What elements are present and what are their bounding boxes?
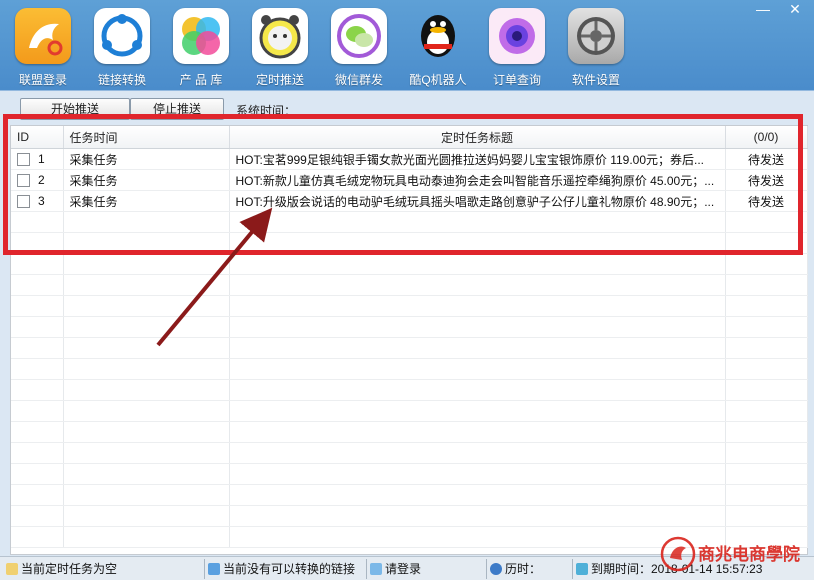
- kangaroo-logo-icon: [15, 8, 71, 64]
- toolbar-label: 软件设置: [571, 73, 620, 87]
- home-icon: [370, 563, 382, 575]
- status-login-segment[interactable]: 请登录: [370, 559, 487, 579]
- watermark-text: 商兆电商學院: [698, 544, 800, 565]
- row-time: 采集任务: [63, 148, 230, 170]
- row-checkbox[interactable]: [17, 174, 30, 188]
- row-status: 待发送: [725, 190, 808, 212]
- toolbar-order-query-button[interactable]: 订单查询: [486, 8, 548, 90]
- wechat-icon: [331, 8, 387, 64]
- close-icon[interactable]: ✕: [784, 0, 806, 18]
- row-id: 2: [38, 172, 45, 187]
- empty-row: [11, 232, 808, 254]
- row-title: HOT:升级版会说话的电动驴毛绒玩具摇头唱歌走路创意驴子公仔儿童礼物原价 48.…: [229, 190, 726, 212]
- app-window: — ✕ 联盟登录 链接转换 产 品 库 定时推送 微信群发 酷Q机器人 订单查询…: [0, 0, 814, 580]
- toolbar-label: 链接转换: [97, 73, 146, 87]
- colorful-circles-icon: [173, 8, 229, 64]
- table-row[interactable]: 3 采集任务 HOT:升级版会说话的电动驴毛绒玩具摇头唱歌走路创意驴子公仔儿童礼…: [11, 190, 808, 212]
- alarm-clock-icon: [252, 8, 308, 64]
- id-column-header[interactable]: ID: [11, 126, 64, 149]
- table-row[interactable]: 2 采集任务 HOT:新款儿童仿真毛绒宠物玩具电动泰迪狗会走会叫智能音乐遥控牵绳…: [11, 169, 808, 191]
- link-status-icon: [208, 563, 220, 575]
- start-push-button[interactable]: 开始推送: [20, 98, 130, 120]
- row-time: 采集任务: [63, 190, 230, 212]
- title-column-header[interactable]: 定时任务标题: [229, 126, 726, 149]
- share-nodes-icon: [94, 8, 150, 64]
- empty-row: [11, 316, 808, 338]
- qq-penguin-icon: [410, 8, 466, 64]
- empty-row: [11, 421, 808, 443]
- toolbar-label: 联盟登录: [18, 73, 67, 87]
- row-time: 采集任务: [63, 169, 230, 191]
- toolbar-link-convert-button[interactable]: 链接转换: [91, 8, 153, 90]
- brand-watermark: 商兆电商學院: [658, 534, 810, 576]
- toolbar-wechat-group-button[interactable]: 微信群发: [328, 8, 390, 90]
- toolbar-label: 产 品 库: [179, 73, 223, 87]
- empty-row: [11, 274, 808, 296]
- task-table: ID 任务时间 定时任务标题 (0/0) 1 采集任务 HOT:宝茗999足银纯…: [10, 125, 808, 555]
- task-status-icon: [6, 563, 18, 575]
- toolbar-product-lib-button[interactable]: 产 品 库: [170, 8, 232, 90]
- empty-row: [11, 358, 808, 380]
- toolbar-qq-robot-button[interactable]: 酷Q机器人: [407, 8, 469, 90]
- toolbar-union-login-button[interactable]: 联盟登录: [12, 8, 74, 90]
- toolbar-label: 酷Q机器人: [409, 73, 467, 87]
- toolbar-settings-button[interactable]: 软件设置: [565, 8, 627, 90]
- empty-row: [11, 505, 808, 527]
- row-title: HOT:新款儿童仿真毛绒宠物玩具电动泰迪狗会走会叫智能音乐遥控牵绳狗原价 45.…: [229, 169, 726, 191]
- status-link-segment: 当前没有可以转换的链接: [208, 559, 367, 579]
- action-bar: 开始推送 停止推送 系统时间：: [10, 96, 810, 120]
- count-column-header[interactable]: (0/0): [725, 126, 808, 149]
- status-task-segment: 当前定时任务为空: [6, 559, 205, 579]
- row-id: 3: [38, 193, 45, 208]
- row-id: 1: [38, 151, 45, 166]
- row-status: 待发送: [725, 169, 808, 191]
- toolbar-label: 定时推送: [255, 73, 304, 87]
- empty-row: [11, 253, 808, 275]
- row-status: 待发送: [725, 148, 808, 170]
- main-toolbar: 联盟登录 链接转换 产 品 库 定时推送 微信群发 酷Q机器人 订单查询 软件设…: [12, 8, 734, 90]
- window-controls: — ✕: [746, 0, 806, 20]
- toolbar-scheduled-push-button[interactable]: 定时推送: [249, 8, 311, 90]
- clock-icon: [490, 563, 502, 575]
- empty-row: [11, 337, 808, 359]
- time-column-header[interactable]: 任务时间: [63, 126, 230, 149]
- empty-row: [11, 400, 808, 422]
- empty-row: [11, 442, 808, 464]
- minimize-icon[interactable]: —: [752, 0, 774, 18]
- row-checkbox[interactable]: [17, 195, 30, 209]
- empty-row: [11, 484, 808, 506]
- system-time-label: 系统时间：: [236, 104, 297, 118]
- empty-row: [11, 211, 808, 233]
- status-task-text: 当前定时任务为空: [21, 562, 118, 576]
- row-checkbox[interactable]: [17, 153, 30, 167]
- empty-row: [11, 463, 808, 485]
- table-header-row: ID 任务时间 定时任务标题 (0/0): [11, 126, 808, 149]
- status-login-text: 请登录: [385, 562, 422, 576]
- empty-row: [11, 379, 808, 401]
- toolbar-label: 微信群发: [334, 73, 383, 87]
- empty-row: [11, 295, 808, 317]
- table-row[interactable]: 1 采集任务 HOT:宝茗999足银纯银手镯女款光面光圆推拉送妈妈婴儿宝宝银饰原…: [11, 148, 808, 170]
- status-history-segment: 历时：: [490, 559, 573, 579]
- toolbar-label: 订单查询: [492, 73, 541, 87]
- row-title: HOT:宝茗999足银纯银手镯女款光面光圆推拉送妈妈婴儿宝宝银饰原价 119.0…: [229, 148, 726, 170]
- status-link-text: 当前没有可以转换的链接: [223, 562, 356, 576]
- purple-orb-icon: [489, 8, 545, 64]
- status-history-text: 历时：: [505, 562, 542, 576]
- signal-icon: [576, 563, 588, 575]
- gear-settings-icon: [568, 8, 624, 64]
- stop-push-button[interactable]: 停止推送: [130, 98, 224, 120]
